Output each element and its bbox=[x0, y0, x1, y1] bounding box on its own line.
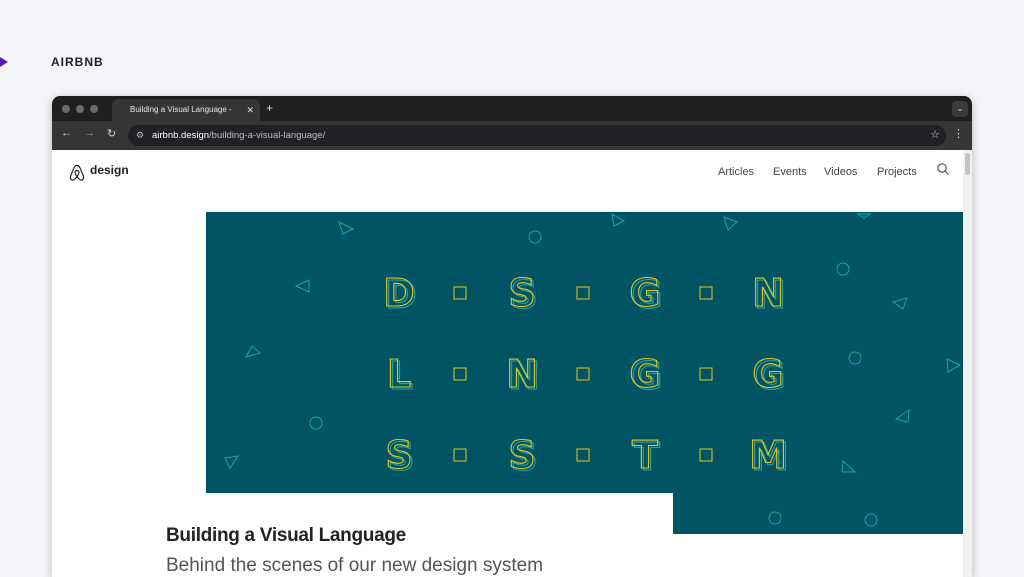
hero-letter-g: G bbox=[752, 352, 783, 396]
hero-letter-d: D bbox=[383, 271, 415, 315]
url-path: /building-a-visual-language/ bbox=[209, 130, 326, 141]
browser-tab[interactable]: Building a Visual Language - ✕ bbox=[112, 99, 260, 121]
site-logo-text[interactable]: design bbox=[90, 163, 129, 177]
site-info-icon[interactable]: ⚙ bbox=[136, 125, 144, 146]
hero-letter-n: N bbox=[506, 352, 538, 396]
back-arrow-icon[interactable]: ← bbox=[61, 127, 72, 139]
nav-events-link[interactable]: Events bbox=[773, 166, 807, 178]
scrollbar-thumb[interactable] bbox=[965, 153, 970, 175]
address-bar[interactable]: ⚙ airbnb.design/building-a-visual-langua… bbox=[128, 125, 946, 146]
article-title: Building a Visual Language bbox=[166, 524, 406, 546]
browser-menu-icon[interactable]: ⋮ bbox=[953, 127, 964, 140]
hero-letter-g: G bbox=[629, 352, 660, 396]
reload-icon[interactable]: ↻ bbox=[107, 127, 116, 140]
hero-letter-m: M bbox=[749, 433, 787, 477]
hero-letter-g: G bbox=[629, 271, 660, 315]
nav-videos-link[interactable]: Videos bbox=[824, 166, 857, 178]
minimize-window-dot[interactable] bbox=[76, 105, 84, 113]
hero-letter-s: S bbox=[508, 433, 535, 477]
url-host: airbnb.design bbox=[152, 130, 210, 141]
article-subtitle: Behind the scenes of our new design syst… bbox=[166, 554, 544, 576]
forward-arrow-icon[interactable]: → bbox=[84, 127, 95, 139]
hero-letter-s: S bbox=[508, 271, 535, 315]
maximize-window-dot[interactable] bbox=[90, 105, 98, 113]
airbnb-logo-icon[interactable] bbox=[68, 164, 86, 182]
close-window-dot[interactable] bbox=[62, 105, 70, 113]
webpage: design Articles Events Videos Projects D… bbox=[52, 150, 972, 577]
hero-letter-n: N bbox=[752, 271, 784, 315]
nav-projects-link[interactable]: Projects bbox=[877, 166, 917, 178]
search-icon[interactable] bbox=[936, 162, 950, 176]
hero-letter-s: S bbox=[385, 433, 412, 477]
browser-window: Building a Visual Language - ✕ + ⌄ ← → ↻… bbox=[52, 96, 972, 577]
hero-letter-l: L bbox=[387, 352, 411, 396]
browser-tabbar: Building a Visual Language - ✕ + ⌄ bbox=[52, 96, 972, 121]
tab-title: Building a Visual Language - bbox=[130, 105, 232, 114]
new-tab-button[interactable]: + bbox=[266, 99, 273, 117]
browser-toolbar: ← → ↻ ⚙ airbnb.design/building-a-visual-… bbox=[52, 121, 972, 150]
tab-search-chevron-icon[interactable]: ⌄ bbox=[952, 101, 968, 117]
nav-articles-link[interactable]: Articles bbox=[718, 166, 754, 178]
hero-artwork: DDSSGGNNLLNNGGGGSSSSTTMM bbox=[206, 212, 963, 534]
hero-illustration: DD SS GG NNLL NN GG GGSS SS TT MM bbox=[206, 212, 963, 534]
bookmark-star-icon[interactable]: ☆ bbox=[930, 125, 940, 146]
hero-background bbox=[206, 212, 963, 534]
tab-close-icon[interactable]: ✕ bbox=[246, 99, 254, 121]
slide-arrow-marker bbox=[0, 52, 8, 72]
page-scrollbar[interactable] bbox=[963, 150, 972, 577]
slide-brand-label: AIRBNB bbox=[51, 55, 104, 69]
hero-letter-t: T bbox=[632, 433, 658, 477]
